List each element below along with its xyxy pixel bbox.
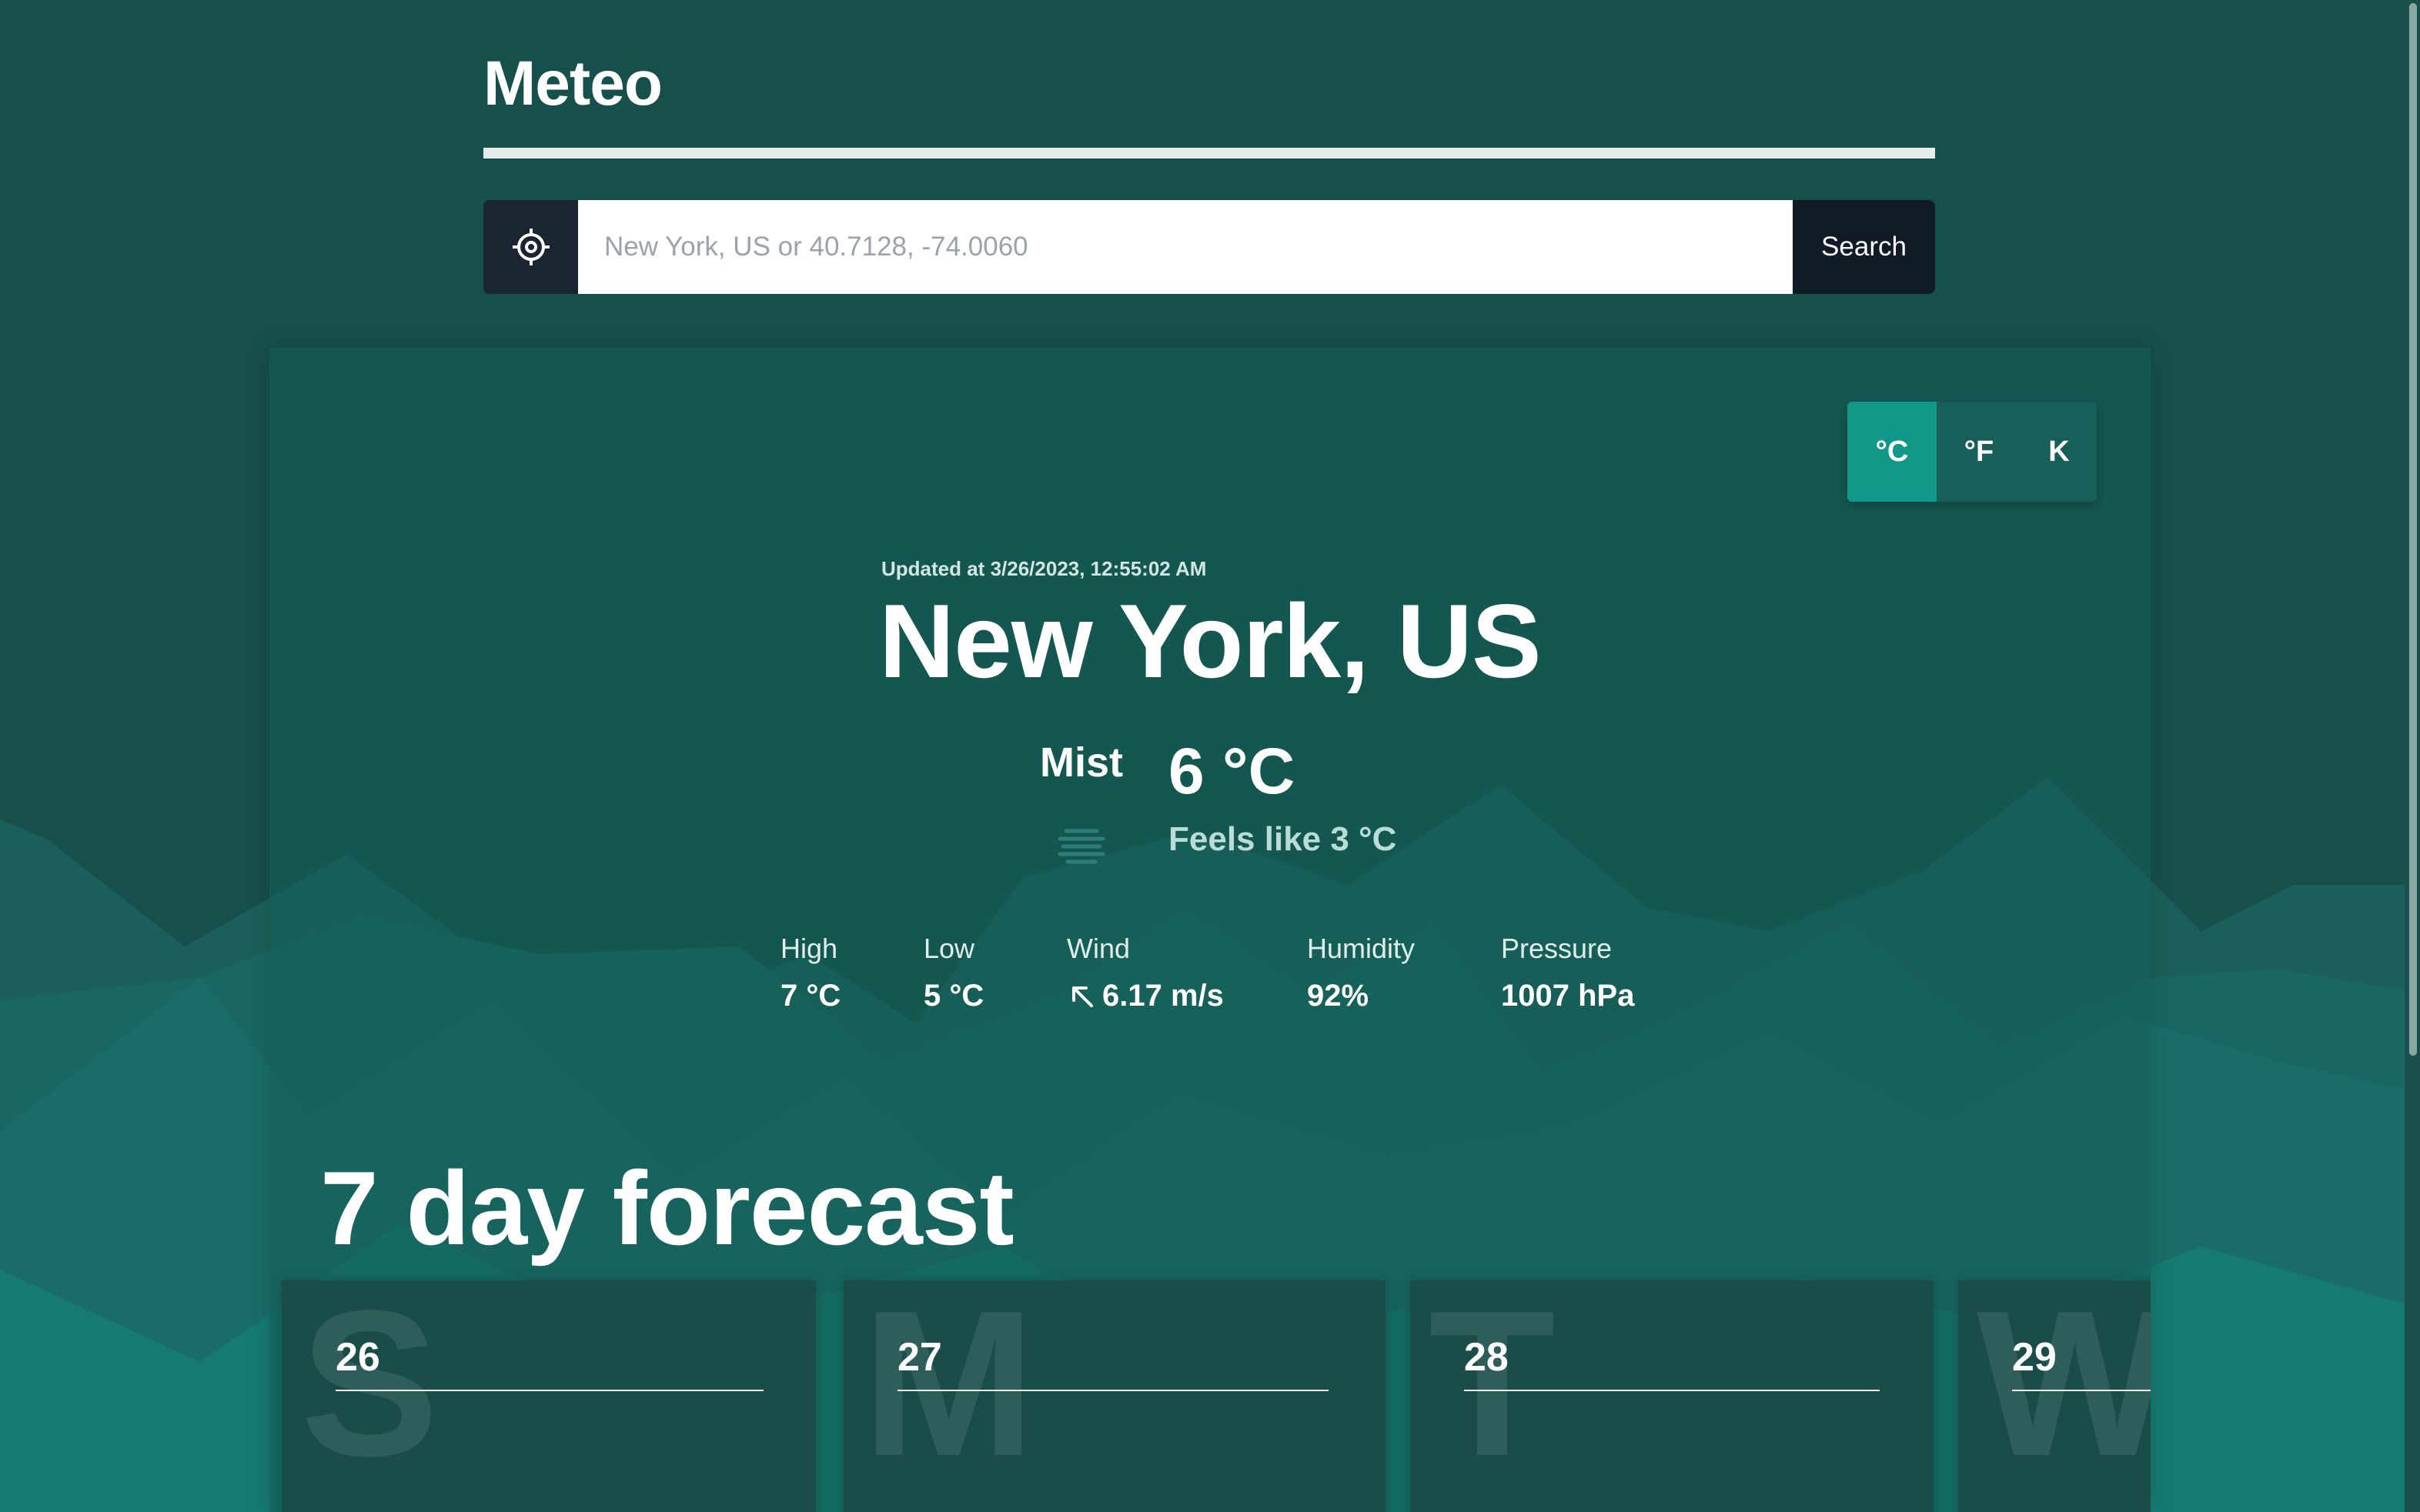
stat-high: High 7 °C [780,933,841,1013]
stat-humidity: Humidity 92% [1307,933,1415,1013]
unit-fahrenheit-button[interactable]: °F [1937,402,2021,502]
stat-value: 7 °C [780,979,841,1013]
mist-icon [1058,829,1105,864]
day-number: 29 [2012,1335,2057,1380]
unit-kelvin-button[interactable]: K [2021,402,2097,502]
day-divider [1464,1390,1880,1391]
feels-like: Feels like 3 °C [1168,820,1397,858]
stat-wind: Wind 6.17 m/s [1067,933,1224,1013]
day-letter: W [1977,1280,2151,1500]
stat-value: 1007 hPa [1501,979,1635,1013]
crosshair-icon [512,229,550,265]
forecast-day-card[interactable]: M 27 [844,1280,1385,1512]
stat-label: Wind [1067,933,1131,964]
day-divider [897,1390,1329,1391]
day-letter: T [1429,1280,1556,1500]
stat-low: Low 5 °C [924,933,984,1013]
stat-value-wrap: 6.17 m/s [1067,979,1224,1013]
day-letter: M [862,1280,1035,1500]
weather-condition: Mist [1040,739,1123,786]
forecast-day-card[interactable]: W 29 [1958,1280,2151,1512]
stat-label: Low [924,933,975,964]
stat-label: High [780,933,838,964]
stat-value: 5 °C [924,979,984,1013]
search-input[interactable] [578,200,1793,294]
stat-pressure: Pressure 1007 hPa [1501,933,1634,1013]
updated-timestamp: Updated at 3/26/2023, 12:55:02 AM [881,557,1207,580]
arrow-up-left-icon [1072,986,1093,1007]
day-number: 27 [897,1335,942,1380]
header-divider [483,148,1935,159]
stat-value: 92% [1307,979,1369,1013]
search-button[interactable]: Search [1793,200,1935,294]
forecast-title: 7 day forecast [320,1150,1014,1267]
current-temperature: 6 °C [1168,735,1295,807]
stat-label: Pressure [1501,933,1613,964]
weather-card: °C °F K Updated at 3/26/2023, 12:55:02 A… [269,348,2151,1512]
forecast-day-card[interactable]: T 28 [1410,1280,1934,1512]
forecast-day-card[interactable]: S 26 [282,1280,816,1512]
unit-celsius-button[interactable]: °C [1847,402,1937,502]
day-number: 28 [1464,1335,1509,1380]
wind-speed: 6.17 m/s [1102,979,1224,1013]
day-divider [336,1390,764,1391]
locate-button[interactable] [483,200,578,294]
day-number: 26 [336,1335,380,1380]
app-brand[interactable]: Meteo [483,48,663,120]
location-title: New York, US [879,582,1542,699]
stat-label: Humidity [1307,933,1416,964]
day-letter: S [300,1280,440,1500]
scrollbar-thumb[interactable] [2409,3,2417,1056]
day-divider [2012,1390,2151,1391]
unit-toggle: °C °F K [1847,402,2097,502]
search-bar: Search [483,200,1935,294]
